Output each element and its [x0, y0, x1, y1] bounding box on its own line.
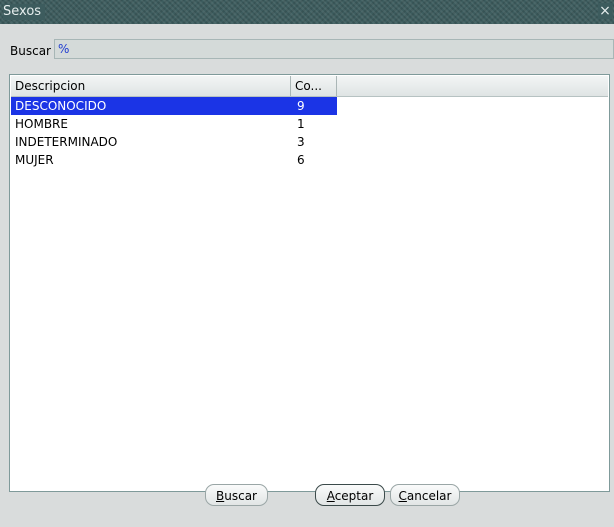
- title-bar[interactable]: Sexos ×: [0, 0, 614, 24]
- row-description: DESCONOCIDO: [15, 99, 107, 113]
- list-row[interactable]: HOMBRE 1: [11, 115, 337, 133]
- row-code: 1: [297, 117, 305, 131]
- column-header-codigo[interactable]: Co...: [291, 76, 337, 96]
- search-input[interactable]: [54, 39, 614, 59]
- row-description: HOMBRE: [15, 117, 68, 131]
- buscar-button[interactable]: Buscar: [205, 484, 268, 506]
- list-row[interactable]: INDETERMINADO 3: [11, 133, 337, 151]
- list-rows: DESCONOCIDO 9 HOMBRE 1 INDETERMINADO 3 M…: [11, 97, 608, 169]
- close-icon[interactable]: ×: [598, 3, 612, 19]
- window-title: Sexos: [3, 4, 46, 20]
- row-description: INDETERMINADO: [15, 135, 118, 149]
- cancelar-button[interactable]: Cancelar: [390, 484, 460, 506]
- buscar-label-rest: uscar: [224, 489, 257, 503]
- list-row[interactable]: DESCONOCIDO 9: [11, 97, 337, 115]
- cancelar-mnemonic: C: [398, 489, 407, 503]
- row-code: 9: [297, 99, 305, 113]
- buscar-mnemonic: B: [216, 489, 225, 503]
- column-header-filler: [337, 76, 608, 96]
- row-description: MUJER: [15, 153, 54, 167]
- list-header: Descripcion Co...: [11, 76, 608, 97]
- list-row[interactable]: MUJER 6: [11, 151, 337, 169]
- search-label: Buscar: [10, 44, 51, 58]
- results-list[interactable]: Descripcion Co... DESCONOCIDO 9 HOMBRE 1…: [9, 74, 610, 492]
- row-code: 6: [297, 153, 305, 167]
- row-code: 3: [297, 135, 305, 149]
- aceptar-mnemonic: A: [326, 489, 335, 503]
- aceptar-button[interactable]: Aceptar: [315, 484, 385, 506]
- column-header-descripcion[interactable]: Descripcion: [11, 76, 291, 96]
- cancelar-label-rest: ancelar: [406, 489, 452, 503]
- aceptar-label-rest: ceptar: [334, 489, 374, 503]
